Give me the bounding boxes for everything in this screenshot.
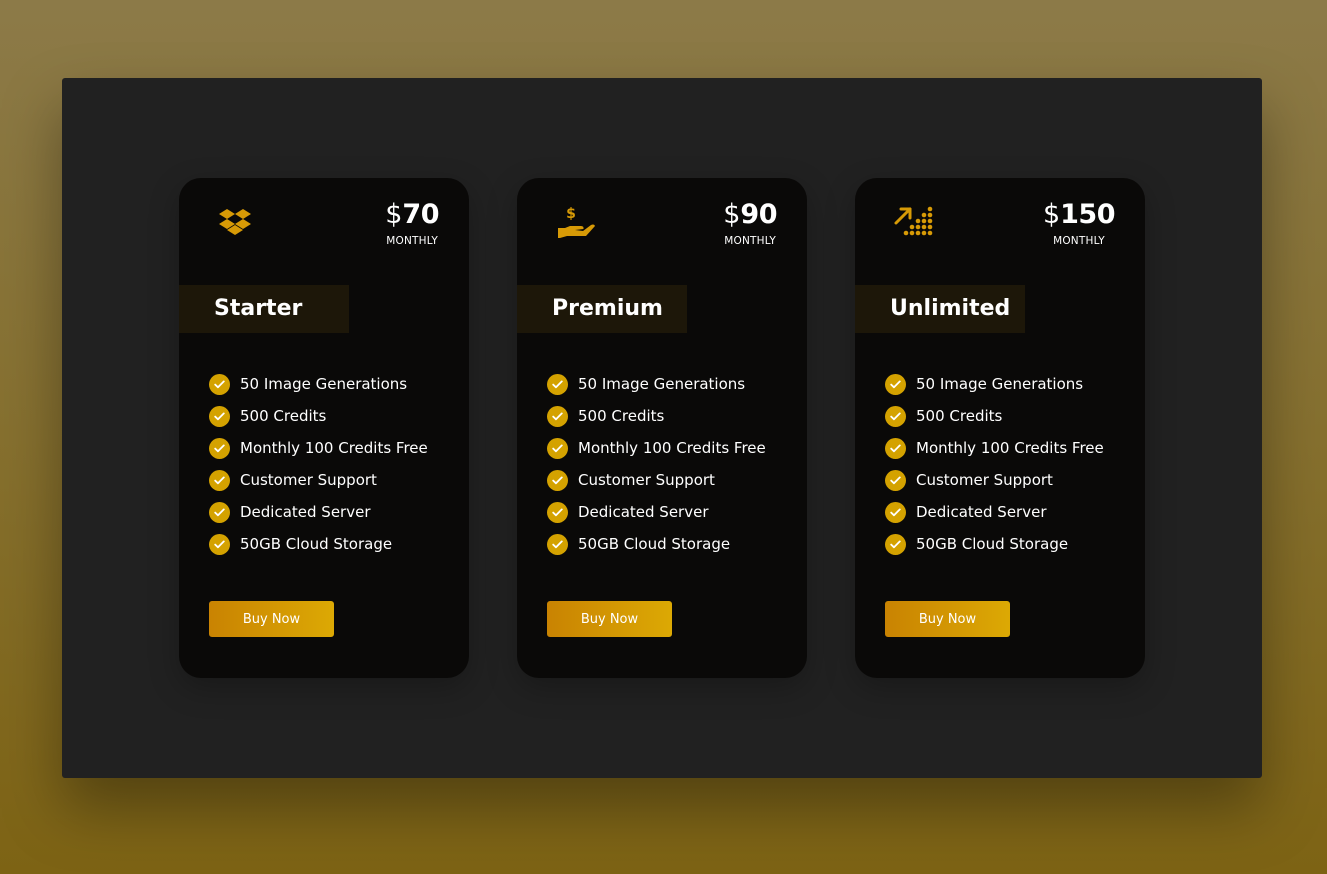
plan-name: Unlimited	[890, 296, 1011, 321]
feature-text: Monthly 100 Credits Free	[916, 439, 1104, 457]
feature-text: Dedicated Server	[578, 503, 709, 521]
check-circle-icon	[547, 501, 568, 523]
feature-item: Dedicated Server	[547, 496, 766, 528]
price-amount: 70	[402, 199, 439, 230]
feature-text: 500 Credits	[578, 407, 665, 425]
feature-text: Customer Support	[916, 471, 1053, 489]
feature-item: Monthly 100 Credits Free	[547, 432, 766, 464]
feature-text: 500 Credits	[240, 407, 327, 425]
feature-text: Dedicated Server	[916, 503, 1047, 521]
feature-item: Customer Support	[209, 464, 428, 496]
check-circle-icon	[885, 437, 906, 459]
buy-now-button[interactable]: Buy Now	[885, 601, 1010, 637]
feature-item: 500 Credits	[885, 400, 1104, 432]
currency-symbol: $	[1042, 199, 1061, 230]
currency-symbol: $	[385, 199, 403, 230]
feature-list: 50 Image Generations 500 Credits Monthly…	[885, 368, 1104, 560]
check-circle-icon	[885, 501, 906, 523]
check-circle-icon	[885, 405, 906, 427]
feature-item: 50GB Cloud Storage	[547, 528, 766, 560]
buy-now-button[interactable]: Buy Now	[209, 601, 334, 637]
feature-text: 50 Image Generations	[240, 375, 408, 393]
billing-period: MONTHLY	[1053, 235, 1105, 247]
check-circle-icon	[885, 533, 906, 555]
price: $90	[723, 198, 777, 235]
check-circle-icon	[885, 373, 906, 395]
plan-name: Premium	[552, 296, 663, 321]
pricing-card-starter: $70 MONTHLY Starter 50 Image Generations…	[179, 178, 469, 678]
feature-text: Customer Support	[578, 471, 715, 489]
growth-chart-icon	[893, 204, 937, 244]
feature-text: 50GB Cloud Storage	[916, 535, 1069, 553]
price-amount: 90	[740, 199, 777, 230]
feature-text: 50 Image Generations	[916, 375, 1084, 393]
pricing-card-premium: $ $90 MONTHLY Premium 50 Image Generatio…	[517, 178, 807, 678]
feature-item: 50 Image Generations	[209, 368, 428, 400]
feature-text: Monthly 100 Credits Free	[578, 439, 766, 457]
feature-item: 50GB Cloud Storage	[885, 528, 1104, 560]
feature-item: Dedicated Server	[209, 496, 428, 528]
feature-text: Customer Support	[240, 471, 377, 489]
feature-text: 50GB Cloud Storage	[240, 535, 393, 553]
feature-text: Dedicated Server	[240, 503, 371, 521]
check-circle-icon	[547, 405, 568, 427]
check-circle-icon	[547, 469, 568, 491]
feature-item: 50GB Cloud Storage	[209, 528, 428, 560]
feature-item: 500 Credits	[547, 400, 766, 432]
price: $150	[1042, 198, 1116, 235]
dropbox-icon	[217, 204, 261, 244]
svg-text:$: $	[566, 206, 576, 222]
plan-name: Starter	[214, 296, 303, 321]
plan-name-banner: Premium	[517, 285, 687, 333]
check-circle-icon	[209, 533, 230, 555]
feature-item: 50 Image Generations	[547, 368, 766, 400]
check-circle-icon	[885, 469, 906, 491]
check-circle-icon	[209, 437, 230, 459]
pricing-panel: $70 MONTHLY Starter 50 Image Generations…	[62, 78, 1262, 778]
feature-item: 50 Image Generations	[885, 368, 1104, 400]
price-block: $70 MONTHLY	[385, 198, 439, 247]
billing-period: MONTHLY	[386, 235, 438, 247]
feature-item: Monthly 100 Credits Free	[209, 432, 428, 464]
billing-period: MONTHLY	[724, 235, 776, 247]
check-circle-icon	[209, 501, 230, 523]
check-circle-icon	[547, 373, 568, 395]
pricing-card-unlimited: $150 MONTHLY Unlimited 50 Image Generati…	[855, 178, 1145, 678]
buy-now-button[interactable]: Buy Now	[547, 601, 672, 637]
feature-item: 500 Credits	[209, 400, 428, 432]
currency-symbol: $	[723, 199, 741, 230]
check-circle-icon	[209, 405, 230, 427]
feature-item: Dedicated Server	[885, 496, 1104, 528]
feature-text: Monthly 100 Credits Free	[240, 439, 428, 457]
hand-dollar-icon: $	[555, 204, 599, 244]
plan-name-banner: Starter	[179, 285, 349, 333]
price: $70	[385, 198, 439, 235]
check-circle-icon	[209, 469, 230, 491]
plan-name-banner: Unlimited	[855, 285, 1025, 333]
check-circle-icon	[547, 533, 568, 555]
feature-item: Monthly 100 Credits Free	[885, 432, 1104, 464]
feature-text: 50 Image Generations	[578, 375, 746, 393]
price-block: $150 MONTHLY	[1042, 198, 1116, 247]
feature-list: 50 Image Generations 500 Credits Monthly…	[547, 368, 766, 560]
feature-text: 50GB Cloud Storage	[578, 535, 731, 553]
price-block: $90 MONTHLY	[723, 198, 777, 247]
feature-item: Customer Support	[885, 464, 1104, 496]
price-amount: 150	[1060, 199, 1115, 230]
feature-text: 500 Credits	[916, 407, 1003, 425]
check-circle-icon	[209, 373, 230, 395]
check-circle-icon	[547, 437, 568, 459]
feature-list: 50 Image Generations 500 Credits Monthly…	[209, 368, 428, 560]
feature-item: Customer Support	[547, 464, 766, 496]
